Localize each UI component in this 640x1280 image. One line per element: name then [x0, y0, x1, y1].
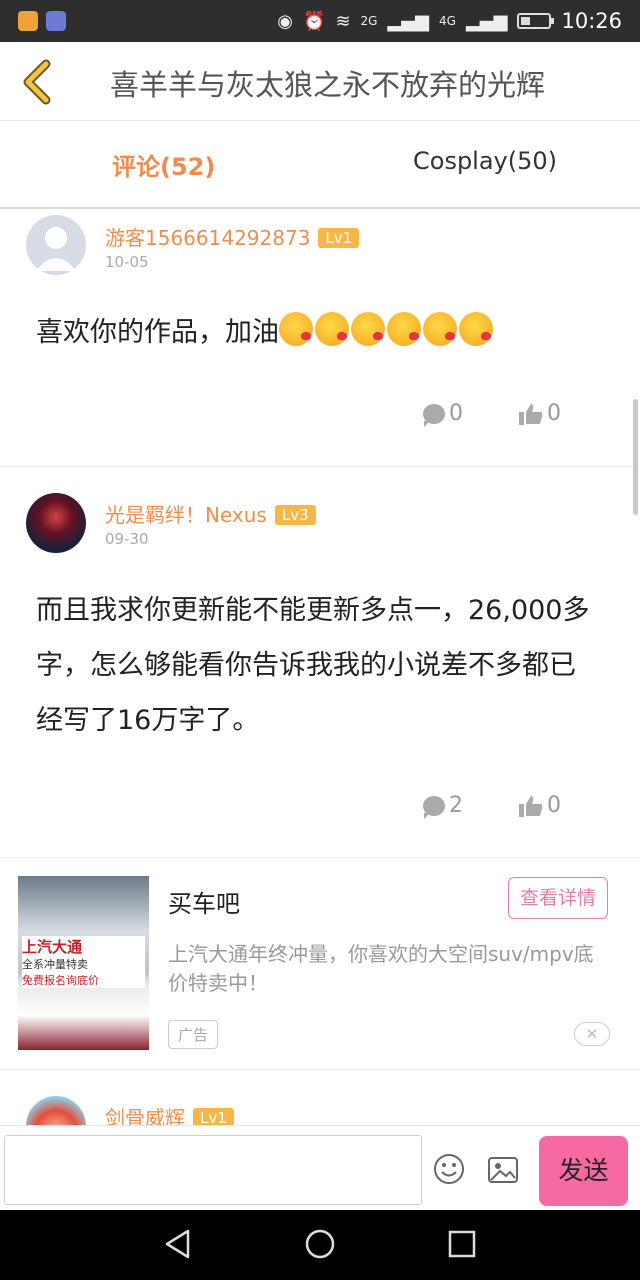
- page-title: 喜羊羊与灰太狼之永不放弃的光辉: [110, 68, 546, 102]
- comment-input-bar: 发送: [0, 1125, 640, 1211]
- ad-title: 买车吧: [168, 890, 240, 918]
- comment-username[interactable]: 游客1566614292873 Lv1: [105, 222, 360, 251]
- kiss-emoji-icon: [387, 312, 421, 346]
- ad-tag: 广告: [168, 1020, 219, 1049]
- comment-text: 喜欢你的作品，加油: [36, 305, 600, 360]
- back-arrow-icon[interactable]: [18, 58, 62, 106]
- scrollbar[interactable]: [633, 399, 638, 515]
- comment-date: 09-30: [105, 530, 149, 548]
- battery-icon: [517, 13, 555, 29]
- ad-image-text-3: 免费报名询底价: [22, 972, 145, 988]
- image-icon[interactable]: [487, 1154, 519, 1186]
- like-count: 0: [547, 401, 561, 426]
- tab-comments[interactable]: 评论(52): [112, 147, 215, 182]
- level-badge: Lv1: [318, 228, 360, 248]
- reply-count: 0: [449, 401, 463, 426]
- kiss-emoji-icon: [315, 312, 349, 346]
- comment-bubble-icon: [423, 795, 445, 819]
- kiss-emoji-icon: [459, 312, 493, 346]
- network-2g-label: 2G: [360, 14, 378, 28]
- avatar[interactable]: [26, 493, 86, 553]
- avatar[interactable]: [26, 215, 86, 275]
- like-button[interactable]: 0: [519, 793, 561, 818]
- recents-nav-icon[interactable]: [445, 1227, 479, 1261]
- close-icon[interactable]: ✕: [574, 1022, 610, 1046]
- tab-cosplay[interactable]: Cosplay(50): [413, 147, 557, 175]
- status-bar: ◉ ⏰ ≋ 2G ▂▄▆ 4G ▂▄▆ 10:26: [0, 0, 640, 42]
- comment-username[interactable]: 剑骨威辉 Lv1: [105, 1102, 234, 1125]
- reply-button[interactable]: 0: [423, 401, 463, 427]
- ad-image-text-1: 上汽大通: [22, 936, 145, 957]
- wifi-icon: ≋: [335, 10, 351, 32]
- kiss-emoji-icon: [423, 312, 457, 346]
- comment-text: 而且我求你更新能不能更新多点一，26,000多字，怎么够能看你告诉我我的小说差不…: [36, 595, 590, 736]
- comment-item: 剑骨威辉 Lv1: [0, 1070, 640, 1125]
- back-nav-icon[interactable]: [161, 1227, 195, 1261]
- reply-count: 2: [449, 793, 463, 818]
- comment-input[interactable]: [4, 1135, 422, 1205]
- sync-icon: ◉: [277, 10, 294, 32]
- comment-item: 光是羁绊！Nexus Lv3 09-30 而且我求你更新能不能更新多点一，26,0…: [0, 467, 640, 858]
- kiss-emoji-icon: [351, 312, 385, 346]
- video-app-icon: [18, 11, 38, 31]
- like-button[interactable]: 0: [519, 401, 561, 426]
- thumbs-up-icon: [519, 403, 543, 425]
- network-4g-label: 4G: [439, 14, 456, 28]
- comment-date: 10-05: [105, 253, 149, 271]
- signal-icon: ▂▄▆: [387, 10, 429, 32]
- ad-details-button[interactable]: 查看详情: [508, 877, 608, 919]
- comment-username[interactable]: 光是羁绊！Nexus Lv3: [105, 499, 316, 528]
- clock: 10:26: [561, 9, 622, 33]
- send-button[interactable]: 发送: [539, 1136, 628, 1206]
- signal-icon-2: ▂▄▆: [465, 10, 508, 32]
- reply-button[interactable]: 2: [423, 793, 463, 819]
- thumbs-up-icon: [519, 795, 543, 817]
- like-count: 0: [547, 793, 561, 818]
- ad-image[interactable]: 上汽大通 全系冲量特卖 免费报名询底价: [18, 876, 149, 1050]
- level-badge: Lv3: [274, 505, 316, 525]
- music-app-icon: [46, 11, 66, 31]
- ad-image-text-2: 全系冲量特卖: [22, 956, 145, 972]
- tab-bar: 评论(52) Cosplay(50): [0, 121, 640, 209]
- ad-card[interactable]: 上汽大通 全系冲量特卖 免费报名询底价 买车吧 查看详情 上汽大通年终冲量，你喜…: [0, 858, 640, 1070]
- level-badge: Lv1: [193, 1108, 234, 1125]
- system-nav-bar: [0, 1210, 640, 1280]
- alarm-icon: ⏰: [303, 10, 326, 32]
- comment-bubble-icon: [423, 403, 445, 427]
- avatar[interactable]: [26, 1096, 86, 1125]
- top-bar: 喜羊羊与灰太狼之永不放弃的光辉: [0, 42, 640, 121]
- kiss-emoji-icon: [279, 312, 313, 346]
- ad-description: 上汽大通年终冲量，你喜欢的大空间suv/mpv底价特卖中！: [168, 942, 594, 995]
- emoji-icon[interactable]: [433, 1153, 465, 1185]
- home-nav-icon[interactable]: [303, 1227, 337, 1261]
- comment-item: 游客1566614292873 Lv1 10-05 喜欢你的作品，加油 0 0: [0, 209, 640, 467]
- comment-list[interactable]: 游客1566614292873 Lv1 10-05 喜欢你的作品，加油 0 0 光…: [0, 209, 640, 1125]
